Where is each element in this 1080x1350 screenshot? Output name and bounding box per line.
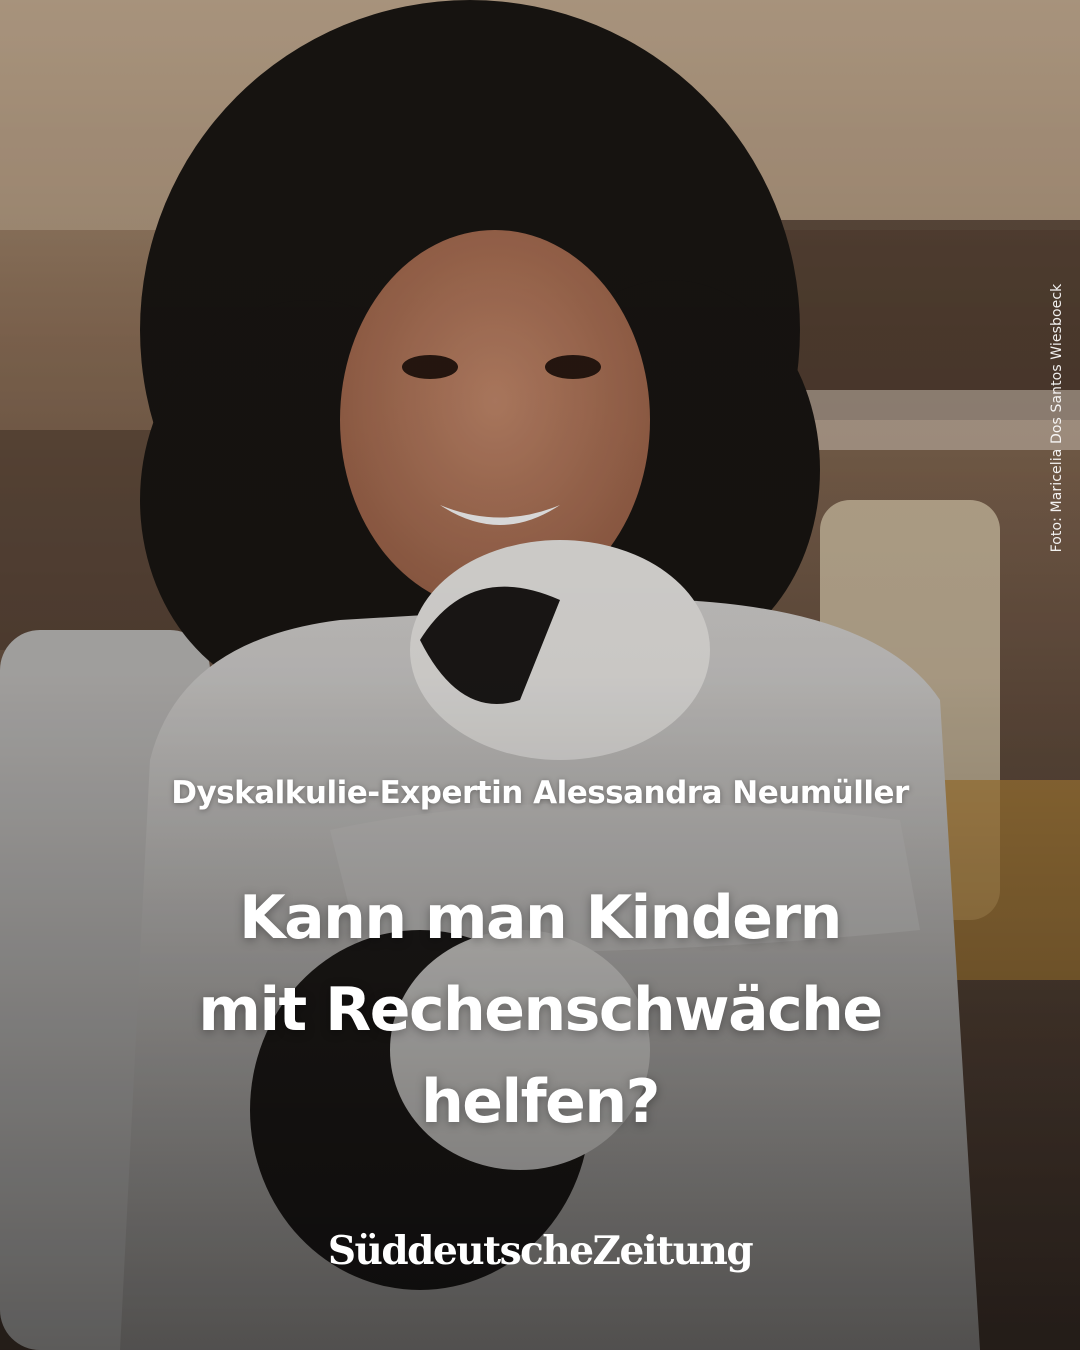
headline-line: helfen? <box>421 1067 660 1137</box>
headline-line: Kann man Kindern <box>239 883 842 953</box>
sz-logo: SüddeutscheZeitung <box>327 1228 754 1274</box>
photo-credit: Foto: Maricelia Dos Santos Wiesboeck <box>1049 283 1065 553</box>
kicker: Dyskalkulie-Expertin Alessandra Neumülle… <box>171 775 909 811</box>
headline: Kann man Kindern mit Rechenschwäche helf… <box>60 872 1020 1148</box>
headline-line: mit Rechenschwäche <box>198 975 883 1045</box>
